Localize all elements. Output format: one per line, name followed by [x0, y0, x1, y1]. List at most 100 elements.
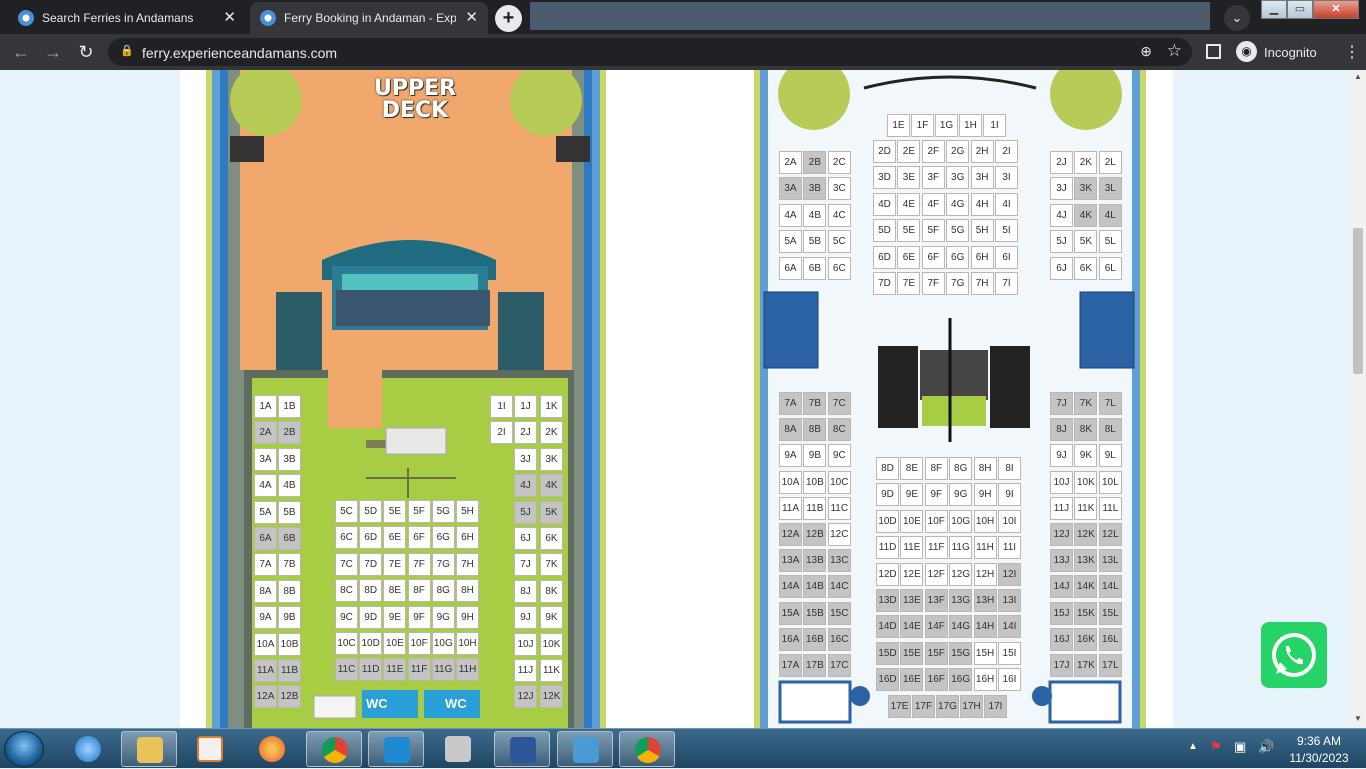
seat-7a-upper[interactable]: 7A	[254, 553, 277, 577]
seat-16e-lower[interactable]: 16E	[900, 668, 924, 692]
seat-3j-lower[interactable]: 3J	[1050, 177, 1073, 201]
seat-14a-lower[interactable]: 14A	[779, 575, 802, 599]
seat-4g-lower[interactable]: 4G	[946, 192, 970, 216]
seat-1a-upper[interactable]: 1A	[254, 395, 277, 418]
seat-10c-upper[interactable]: 10C	[335, 632, 358, 655]
seat-2k-upper[interactable]: 2K	[540, 421, 563, 445]
seat-13b-lower[interactable]: 13B	[803, 549, 827, 573]
seat-10e-lower[interactable]: 10E	[900, 509, 924, 533]
seat-4j-lower[interactable]: 4J	[1050, 203, 1073, 227]
seat-9e-upper[interactable]: 9E	[383, 605, 407, 629]
seat-9f-lower[interactable]: 9F	[924, 483, 948, 507]
seat-9l-lower[interactable]: 9L	[1098, 444, 1122, 468]
seat-8c-lower[interactable]: 8C	[827, 418, 851, 442]
seat-8b-lower[interactable]: 8B	[803, 418, 827, 442]
back-arrow-icon[interactable]: ←	[9, 40, 33, 64]
seat-6e-upper[interactable]: 6E	[383, 526, 407, 550]
seat-2i-lower[interactable]: 2I	[995, 140, 1018, 163]
seat-15g-lower[interactable]: 15G	[949, 641, 973, 665]
seat-7h-lower[interactable]: 7H	[970, 272, 994, 295]
seat-5f-lower[interactable]: 5F	[921, 219, 945, 243]
seat-11g-upper[interactable]: 11G	[431, 658, 455, 682]
seat-5a-upper[interactable]: 5A	[254, 500, 277, 524]
seat-15d-lower[interactable]: 15D	[876, 641, 899, 665]
seat-16b-lower[interactable]: 16B	[803, 627, 827, 651]
seat-16l-lower[interactable]: 16L	[1098, 627, 1122, 651]
seat-10k-upper[interactable]: 10K	[540, 632, 563, 656]
bookmark-star-icon[interactable]: ☆	[1167, 41, 1182, 61]
seat-14g-lower[interactable]: 14G	[949, 615, 973, 639]
seat-6d-lower[interactable]: 6D	[873, 245, 896, 269]
seat-17l-lower[interactable]: 17L	[1098, 654, 1122, 677]
seat-3f-lower[interactable]: 3F	[921, 166, 945, 190]
seat-8e-upper[interactable]: 8E	[383, 579, 407, 603]
seat-2a-lower[interactable]: 2A	[779, 151, 802, 174]
seat-9h-upper[interactable]: 9H	[456, 605, 479, 629]
seat-5c-upper[interactable]: 5C	[335, 500, 358, 523]
seat-6c-upper[interactable]: 6C	[335, 526, 358, 550]
seat-12f-lower[interactable]: 12F	[924, 562, 948, 586]
seat-16a-lower[interactable]: 16A	[779, 627, 802, 651]
seat-17g-lower[interactable]: 17G	[936, 695, 959, 718]
seat-3d-lower[interactable]: 3D	[873, 166, 896, 190]
seat-11c-upper[interactable]: 11C	[335, 658, 358, 682]
seat-6d-upper[interactable]: 6D	[359, 526, 383, 550]
seat-6a-upper[interactable]: 6A	[254, 527, 277, 550]
close-tab-icon[interactable]: ✕	[223, 8, 236, 26]
seat-5e-lower[interactable]: 5E	[897, 219, 921, 243]
scroll-thumb[interactable]	[1353, 228, 1363, 374]
seat-6f-lower[interactable]: 6F	[921, 245, 945, 269]
side-panel-icon[interactable]	[1206, 44, 1221, 59]
network-error-icon[interactable]: ⚑	[1210, 739, 1222, 755]
seat-4h-lower[interactable]: 4H	[970, 192, 994, 216]
seat-11k-lower[interactable]: 11K	[1074, 496, 1098, 520]
seat-11c-lower[interactable]: 11C	[827, 496, 851, 520]
seat-9j-upper[interactable]: 9J	[514, 606, 537, 630]
seat-17i-lower[interactable]: 17I	[984, 695, 1007, 718]
seat-4l-lower[interactable]: 4L	[1098, 203, 1122, 227]
seat-12e-lower[interactable]: 12E	[900, 562, 924, 586]
seat-9i-lower[interactable]: 9I	[998, 483, 1021, 507]
seat-17j-lower[interactable]: 17J	[1050, 654, 1073, 677]
seat-13h-lower[interactable]: 13H	[973, 589, 997, 612]
lock-icon[interactable]: 🔒	[120, 44, 134, 57]
seat-2c-lower[interactable]: 2C	[827, 151, 851, 174]
seat-5b-lower[interactable]: 5B	[803, 230, 827, 254]
seat-16g-lower[interactable]: 16G	[949, 668, 973, 692]
seat-4i-lower[interactable]: 4I	[995, 192, 1018, 216]
seat-12b-lower[interactable]: 12B	[803, 523, 827, 546]
seat-11d-upper[interactable]: 11D	[359, 658, 383, 682]
seat-10f-lower[interactable]: 10F	[924, 509, 948, 533]
seat-10a-upper[interactable]: 10A	[254, 632, 277, 656]
seat-11f-upper[interactable]: 11F	[407, 658, 431, 682]
seat-3b-lower[interactable]: 3B	[803, 177, 827, 201]
seat-16k-lower[interactable]: 16K	[1074, 627, 1098, 651]
seat-7f-upper[interactable]: 7F	[407, 552, 431, 576]
seat-8h-upper[interactable]: 8H	[456, 579, 479, 603]
seat-11l-lower[interactable]: 11L	[1098, 496, 1122, 520]
seat-13f-lower[interactable]: 13F	[924, 589, 948, 612]
seat-8k-lower[interactable]: 8K	[1074, 418, 1098, 442]
seat-5f-upper[interactable]: 5F	[407, 500, 431, 523]
seat-17e-lower[interactable]: 17E	[888, 695, 911, 718]
clock-time[interactable]: 9:36 AM	[1288, 734, 1350, 748]
seat-6b-lower[interactable]: 6B	[803, 256, 827, 280]
seat-14e-lower[interactable]: 14E	[900, 615, 924, 639]
seat-2h-lower[interactable]: 2H	[970, 140, 994, 163]
seat-6h-lower[interactable]: 6H	[970, 245, 994, 269]
seat-13j-lower[interactable]: 13J	[1050, 549, 1073, 573]
seat-7f-lower[interactable]: 7F	[921, 272, 945, 295]
seat-9d-upper[interactable]: 9D	[359, 605, 383, 629]
close-tab-icon[interactable]: ✕	[465, 8, 478, 26]
minimize-button[interactable]: ▁	[1261, 0, 1287, 19]
seat-10a-lower[interactable]: 10A	[779, 470, 802, 494]
seat-13e-lower[interactable]: 13E	[900, 589, 924, 612]
seat-7e-lower[interactable]: 7E	[897, 272, 921, 295]
seat-3k-upper[interactable]: 3K	[540, 447, 563, 471]
seat-11h-upper[interactable]: 11H	[456, 658, 479, 682]
seat-14d-lower[interactable]: 14D	[876, 615, 899, 639]
action-center-icon[interactable]: ▣	[1234, 739, 1246, 755]
taskbar-ie[interactable]	[60, 731, 116, 767]
seat-16j-lower[interactable]: 16J	[1050, 627, 1073, 651]
seat-14c-lower[interactable]: 14C	[827, 575, 851, 599]
